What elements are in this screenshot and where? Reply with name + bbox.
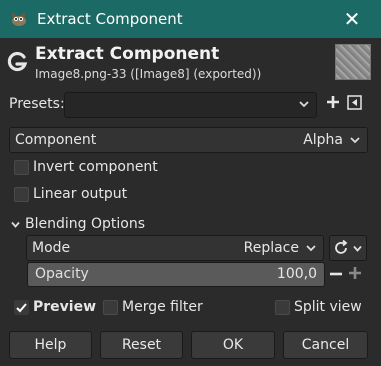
blending-options-expander[interactable]: Blending Options xyxy=(25,216,145,232)
mode-dropdown[interactable]: Mode Replace xyxy=(26,235,324,261)
filter-title: Extract Component xyxy=(35,44,220,64)
merge-filter-checkbox[interactable] xyxy=(103,300,118,315)
checkmark-icon xyxy=(16,303,27,313)
presets-dropdown[interactable] xyxy=(64,92,317,118)
opacity-slider[interactable]: Opacity 100,0 xyxy=(27,262,325,287)
mode-label: Mode xyxy=(32,240,71,256)
linear-output-checkbox[interactable] xyxy=(14,187,29,202)
invert-component-checkbox[interactable] xyxy=(14,160,29,175)
mode-reset-button[interactable] xyxy=(329,235,367,261)
reset-mode-icon xyxy=(335,240,348,254)
opacity-value: 100,0 xyxy=(276,266,317,282)
component-dropdown[interactable]: Component Alpha xyxy=(9,127,368,153)
image-subtitle: Image8.png-33 ([Image8] (exported)) xyxy=(35,67,262,81)
mode-value: Replace xyxy=(243,240,299,256)
chevron-down-icon xyxy=(353,245,362,252)
gimp-icon xyxy=(12,13,26,26)
close-icon[interactable]: ✕ xyxy=(340,7,364,31)
image-thumbnail xyxy=(335,44,371,80)
plus-icon[interactable] xyxy=(348,266,362,280)
split-view-label: Split view xyxy=(294,299,362,315)
chevron-down-icon xyxy=(350,137,360,144)
ok-button[interactable]: OK xyxy=(191,331,275,359)
minus-icon[interactable] xyxy=(329,267,343,281)
add-preset-icon[interactable] xyxy=(325,94,341,110)
window-title: Extract Component xyxy=(37,10,183,28)
gegl-logo-icon xyxy=(7,51,28,72)
presets-label: Presets: xyxy=(9,96,65,112)
preset-menu-icon[interactable] xyxy=(347,95,362,110)
title-bar: Extract Component ✕ xyxy=(0,0,381,38)
preview-label: Preview xyxy=(33,299,97,315)
component-value: Alpha xyxy=(303,132,343,148)
help-button[interactable]: Help xyxy=(9,331,92,359)
invert-component-label: Invert component xyxy=(33,159,158,175)
merge-filter-label: Merge filter xyxy=(122,299,203,315)
chevron-down-icon xyxy=(306,245,316,252)
split-view-checkbox[interactable] xyxy=(275,300,290,315)
preview-checkbox[interactable] xyxy=(14,300,29,315)
reset-button[interactable]: Reset xyxy=(100,331,183,359)
chevron-down-icon xyxy=(299,101,309,108)
linear-output-label: Linear output xyxy=(33,186,128,202)
chevron-down-icon[interactable] xyxy=(10,219,21,230)
cancel-button[interactable]: Cancel xyxy=(283,331,368,359)
component-label: Component xyxy=(15,132,97,148)
opacity-label: Opacity xyxy=(35,266,89,282)
